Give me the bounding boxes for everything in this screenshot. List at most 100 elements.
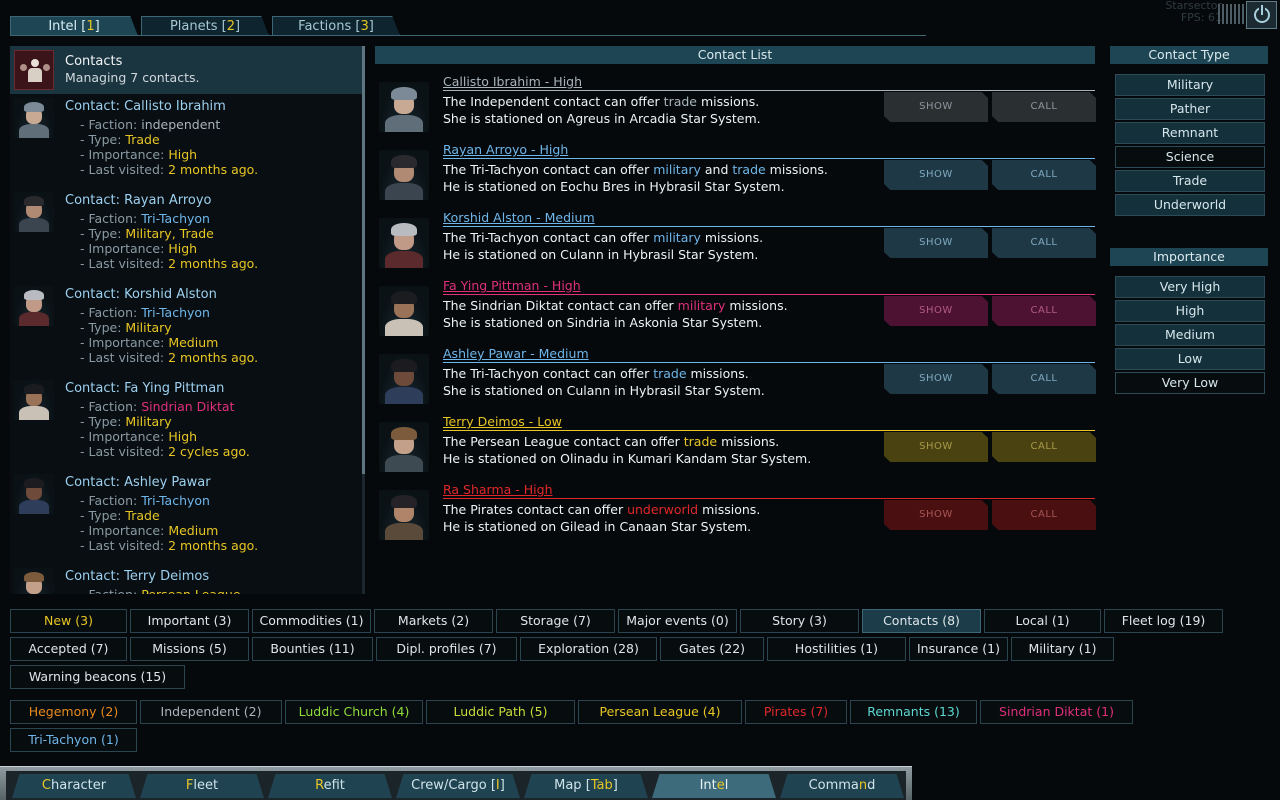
contacts-header[interactable]: Contacts Managing 7 contacts. xyxy=(10,46,364,94)
show-button[interactable]: SHOW xyxy=(884,296,988,326)
filter-button[interactable]: Gates (22) xyxy=(660,637,764,661)
contact-name[interactable]: Ra Sharma - High xyxy=(443,482,553,497)
contact-type-toggle[interactable]: Pather xyxy=(1115,98,1265,120)
call-button[interactable]: CALL xyxy=(992,92,1096,122)
contact-entry[interactable]: Contact: Rayan Arroyo - Faction: Tri-Tachy… xyxy=(10,188,360,282)
contact-name[interactable]: Terry Deimos - Low xyxy=(443,414,562,429)
contact-type-toggle[interactable]: Science xyxy=(1115,146,1265,168)
nav-hotkey: n xyxy=(858,778,868,793)
filter-button[interactable]: Insurance (1) xyxy=(909,637,1008,661)
contact-name[interactable]: Fa Ying Pittman - High xyxy=(443,278,581,293)
contact-name[interactable]: Rayan Arroyo - High xyxy=(443,142,568,157)
filter-button[interactable]: Military (1) xyxy=(1011,637,1114,661)
offer-text-part: The Sindrian Diktat contact can offer xyxy=(443,298,678,313)
filter-button[interactable]: Exploration (28) xyxy=(520,637,657,661)
filter-button[interactable]: Missions (5) xyxy=(130,637,249,661)
contact-entry[interactable]: Contact: Korshid Alston - Faction: Tri-Tac… xyxy=(10,282,360,376)
contact-entry[interactable]: Contact: Ashley Pawar - Faction: Tri-Tachy… xyxy=(10,470,360,564)
filter-button[interactable]: Storage (7) xyxy=(496,609,615,633)
contact-row: Terry Deimos - Low The Persean League con… xyxy=(375,414,1096,482)
show-button[interactable]: SHOW xyxy=(884,92,988,122)
contact-type-toggle[interactable]: Military xyxy=(1115,74,1265,96)
filter-button[interactable]: New (3) xyxy=(10,609,127,633)
importance-toggle[interactable]: Very Low xyxy=(1115,372,1265,394)
show-button[interactable]: SHOW xyxy=(884,160,988,190)
contact-name[interactable]: Korshid Alston - Medium xyxy=(443,210,595,225)
contact-type-toggle[interactable]: Trade xyxy=(1115,170,1265,192)
call-button[interactable]: CALL xyxy=(992,432,1096,462)
nav-tab-refit[interactable]: Refit xyxy=(268,774,392,798)
portrait-avatar xyxy=(14,192,54,232)
tab-factions[interactable]: Factions [3] xyxy=(272,16,400,36)
filter-button[interactable]: Dipl. profiles (7) xyxy=(376,637,517,661)
nav-tab-map[interactable]: Map [Tab] xyxy=(524,774,648,798)
filter-button[interactable]: Hostilities (1) xyxy=(767,637,906,661)
filter-button[interactable]: Important (3) xyxy=(130,609,249,633)
contact-type-toggle[interactable]: Underworld xyxy=(1115,194,1265,216)
filter-button[interactable]: Contacts (8) xyxy=(862,609,981,633)
filter-button[interactable]: Independent (2) xyxy=(140,700,282,724)
filter-button[interactable]: Pirates (7) xyxy=(745,700,847,724)
call-button[interactable]: CALL xyxy=(992,296,1096,326)
tab-intel[interactable]: Intel [1] xyxy=(10,16,138,36)
contact-type-toggle[interactable]: Remnant xyxy=(1115,122,1265,144)
filter-button[interactable]: Commodities (1) xyxy=(252,609,371,633)
show-button[interactable]: SHOW xyxy=(884,228,988,258)
nav-tab-crew-cargo[interactable]: Crew/Cargo [I] xyxy=(396,774,520,798)
contact-entry[interactable]: Contact: Callisto Ibrahim - Faction: indep… xyxy=(10,94,360,188)
filter-button[interactable]: Sindrian Diktat (1) xyxy=(980,700,1133,724)
call-button[interactable]: CALL xyxy=(992,364,1096,394)
show-button[interactable]: SHOW xyxy=(884,500,988,530)
nav-tab-fleet[interactable]: Fleet xyxy=(140,774,264,798)
importance-toggle[interactable]: High xyxy=(1115,300,1265,322)
portrait-body xyxy=(385,115,423,132)
power-button[interactable] xyxy=(1246,1,1277,29)
filter-button[interactable]: Tri-Tachyon (1) xyxy=(10,728,137,752)
contact-offer-line: The Tri-Tachyon contact can offer milita… xyxy=(443,230,763,245)
importance-toggle[interactable]: Medium xyxy=(1115,324,1265,346)
nav-tab-intel[interactable]: Intel xyxy=(652,774,776,798)
contact-underline xyxy=(443,90,1095,91)
filter-button[interactable]: Hegemony (2) xyxy=(10,700,137,724)
contact-entry[interactable]: Contact: Terry Deimos - Faction: Persean L… xyxy=(10,564,360,594)
nav-label-tail: ] xyxy=(499,778,505,793)
scrollbar-track[interactable] xyxy=(362,474,365,594)
contact-name[interactable]: Callisto Ibrahim - High xyxy=(443,74,582,89)
offer-text-part: The Persean League contact can offer xyxy=(443,434,684,449)
call-button[interactable]: CALL xyxy=(992,228,1096,258)
field-label: - Last visited: xyxy=(80,350,165,365)
scrollbar-thumb[interactable] xyxy=(362,46,365,474)
filter-button[interactable]: Markets (2) xyxy=(374,609,493,633)
filter-button[interactable]: Bounties (11) xyxy=(252,637,373,661)
tab-planets[interactable]: Planets [2] xyxy=(141,16,269,36)
nav-tab-command[interactable]: Command xyxy=(780,774,904,798)
nav-tab-character[interactable]: Character xyxy=(12,774,136,798)
filter-button[interactable]: Luddic Path (5) xyxy=(426,700,575,724)
call-button[interactable]: CALL xyxy=(992,160,1096,190)
filter-button[interactable]: Accepted (7) xyxy=(10,637,127,661)
filter-button[interactable]: Persean League (4) xyxy=(578,700,742,724)
filter-button[interactable]: Fleet log (19) xyxy=(1104,609,1223,633)
portrait-hair xyxy=(23,196,45,207)
contact-location-line: He is stationed on Eochu Bres in Hybrasi… xyxy=(443,179,785,194)
show-button[interactable]: SHOW xyxy=(884,364,988,394)
filter-button[interactable]: Story (3) xyxy=(740,609,859,633)
filter-button[interactable]: Local (1) xyxy=(984,609,1101,633)
call-button[interactable]: CALL xyxy=(992,500,1096,530)
field-value: High xyxy=(168,147,198,162)
contact-name[interactable]: Ashley Pawar - Medium xyxy=(443,346,589,361)
contact-offer-line: The Pirates contact can offer underworld… xyxy=(443,502,760,517)
contacts-title: Contacts xyxy=(65,54,123,69)
importance-toggle[interactable]: Low xyxy=(1115,348,1265,370)
offer-text-part: The Tri-Tachyon contact can offer xyxy=(443,366,654,381)
filter-button[interactable]: Warning beacons (15) xyxy=(10,665,185,689)
show-button[interactable]: SHOW xyxy=(884,432,988,462)
importance-toggle[interactable]: Very High xyxy=(1115,276,1265,298)
nav-label-rest: Comma xyxy=(808,778,859,793)
filter-button[interactable]: Luddic Church (4) xyxy=(285,700,423,724)
contact-type-row: - Type: Military xyxy=(80,320,172,335)
filter-button[interactable]: Major events (0) xyxy=(618,609,737,633)
portrait-hair xyxy=(391,291,417,304)
contact-entry[interactable]: Contact: Fa Ying Pittman - Faction: Sindri… xyxy=(10,376,360,470)
filter-button[interactable]: Remnants (13) xyxy=(850,700,977,724)
